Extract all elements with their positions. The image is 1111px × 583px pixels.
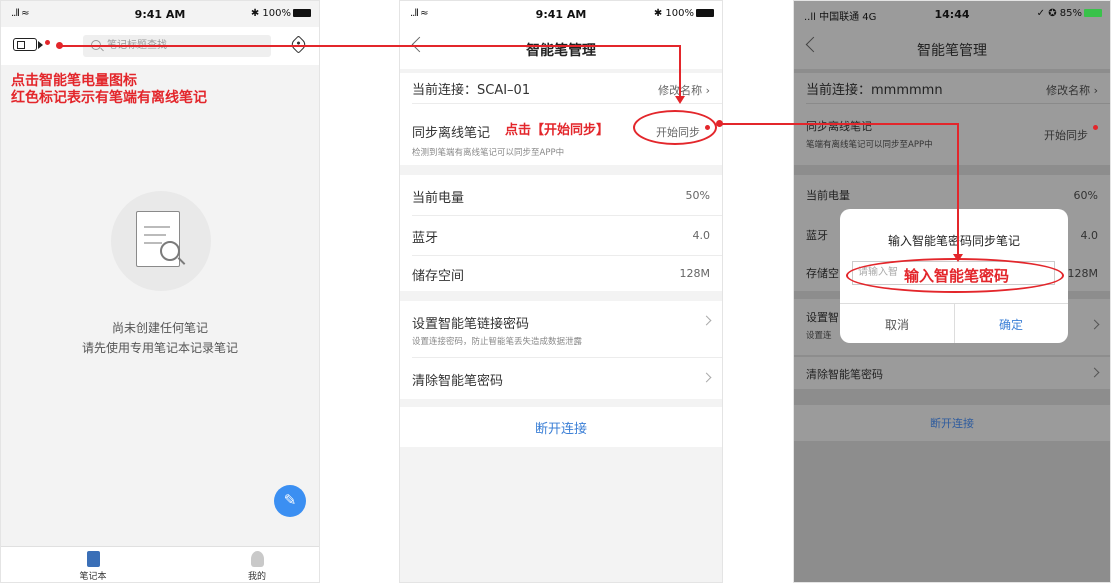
bluetooth-row: 蓝牙 4.0: [400, 215, 722, 255]
storage-value: 128M: [679, 267, 711, 280]
sync-hint: 笔端有离线笔记可以同步至APP中: [806, 140, 933, 150]
rename-link[interactable]: 修改名称 ›: [1046, 82, 1098, 98]
connector-line: [720, 123, 958, 125]
chevron-right-icon: [701, 315, 712, 326]
offline-notes-dot: [45, 40, 50, 45]
phone-notebook-screen: ..ll ≈ 9:41 AM ✱ 100% 笔记标题查找 点击智能笔电量图标 红…: [0, 0, 320, 583]
nav-bar: 智能笔管理: [794, 27, 1110, 69]
connection-row: 当前连接：SCAI–01 修改名称 ›: [400, 73, 722, 103]
battery-value: 60%: [1073, 189, 1098, 202]
battery-label: 当前电量: [412, 191, 465, 206]
sync-hint: 检测到笔端有离线笔记可以同步至APP中: [412, 148, 565, 158]
disconnect-button[interactable]: 断开连接: [794, 415, 1110, 431]
bluetooth-label: 蓝牙: [806, 229, 828, 242]
connection-row: 当前连接：mmmmmn 修改名称 ›: [794, 73, 1110, 103]
dialog-title: 输入智能笔密码同步笔记: [887, 234, 1020, 248]
highlight-oval-sync: [633, 110, 717, 145]
empty-hint: 请先使用专用笔记本记录笔记: [81, 341, 238, 355]
storage-row: 储存空间 128M: [400, 255, 722, 291]
chevron-right-icon: [701, 372, 712, 383]
annotation-battery-tip: 点击智能笔电量图标 红色标记表示有笔端有离线笔记: [11, 73, 207, 106]
page-title: 智能笔管理: [917, 43, 987, 59]
new-note-fab[interactable]: [274, 485, 306, 517]
empty-notes-illustration: [111, 191, 211, 291]
tab-notebook[interactable]: 笔记本: [53, 551, 133, 582]
status-bar: ..ll 中国联通 4G 14:44 ✓ ✪ 85%: [794, 1, 1110, 27]
storage-label: 储存空间: [412, 269, 465, 284]
annotation-start-sync: 点击【开始同步】: [505, 123, 610, 138]
chevron-right-icon: [1089, 319, 1100, 330]
battery-icon: [696, 9, 714, 17]
person-icon: [250, 551, 264, 567]
set-password-hint: 设置连: [806, 331, 832, 341]
connector-line: [679, 45, 681, 97]
annotation-password: 输入智能笔密码: [904, 267, 1010, 285]
empty-title: 尚未创建任何笔记: [111, 321, 208, 335]
nav-bar: 智能笔管理: [400, 27, 722, 69]
phone-password-dialog: ..ll 中国联通 4G 14:44 ✓ ✪ 85% 智能笔管理 当前连接：mm…: [793, 0, 1111, 583]
arrow-down-icon: [675, 96, 685, 104]
battery-value: 50%: [685, 189, 710, 202]
disconnect-button[interactable]: 断开连接: [400, 418, 722, 437]
confirm-button[interactable]: 确定: [954, 316, 1068, 333]
disconnect-row: 断开连接: [400, 407, 722, 447]
battery-label: 当前电量: [806, 189, 850, 202]
storage-label: 存储空: [806, 267, 839, 280]
tab-bar: 笔记本 我的: [1, 546, 319, 582]
set-password-label: 设置智: [806, 311, 839, 324]
magnifier-icon: [160, 241, 180, 261]
sync-row: 同步离线笔记 笔端有离线笔记可以同步至APP中 开始同步: [794, 103, 1110, 165]
sync-label: 同步离线笔记: [412, 126, 491, 141]
arrow-down-icon: [953, 254, 963, 262]
dialog-buttons: 取消 确定: [840, 303, 1068, 343]
clear-password-row[interactable]: 清除智能笔密码: [400, 357, 722, 399]
connector-line: [60, 45, 680, 47]
battery-icon: [293, 9, 311, 17]
tab-mine[interactable]: 我的: [217, 551, 297, 582]
battery-status: ✱ 100%: [654, 8, 714, 19]
battery-status: ✱ 100%: [251, 8, 311, 19]
bluetooth-value: 4.0: [1080, 229, 1099, 242]
storage-value: 128M: [1067, 267, 1099, 280]
pen-battery-tip: [38, 41, 43, 49]
status-bar: ..ll ≈ 9:41 AM ✱ 100%: [400, 1, 722, 27]
bluetooth-value: 4.0: [692, 229, 711, 242]
set-password-label: 设置智能笔链接密码: [412, 317, 530, 332]
connection-label: 当前连接：SCAI–01: [412, 83, 531, 98]
status-bar: ..ll ≈ 9:41 AM ✱ 100%: [1, 1, 319, 27]
set-password-row[interactable]: 设置智能笔链接密码 设置连接密码，防止智能笔丢失造成数据泄露: [400, 301, 722, 357]
battery-row: 当前电量 50%: [400, 175, 722, 215]
connector-line: [957, 123, 959, 255]
pen-battery-icon[interactable]: [13, 38, 37, 51]
clear-password-label: 清除智能笔密码: [412, 374, 504, 389]
connection-label: 当前连接：mmmmmn: [806, 83, 943, 98]
bluetooth-label: 蓝牙: [412, 231, 439, 246]
chevron-right-icon: [1089, 367, 1100, 378]
sync-red-dot: [1093, 125, 1098, 130]
clear-password-label: 清除智能笔密码: [806, 368, 883, 381]
start-sync-button[interactable]: 开始同步: [1044, 127, 1088, 143]
clear-password-row[interactable]: 清除智能笔密码: [794, 357, 1110, 389]
battery-icon: [1084, 9, 1102, 17]
cancel-button[interactable]: 取消: [840, 316, 954, 333]
sync-label: 同步离线笔记: [806, 120, 872, 133]
phone-pen-management: ..ll ≈ 9:41 AM ✱ 100% 智能笔管理 当前连接：SCAI–01…: [399, 0, 723, 583]
notebook-icon: [86, 551, 100, 567]
page-title: 智能笔管理: [526, 43, 596, 59]
set-password-hint: 设置连接密码，防止智能笔丢失造成数据泄露: [412, 337, 583, 347]
disconnect-row: 断开连接: [794, 405, 1110, 441]
battery-status: ✓ ✪ 85%: [1037, 8, 1102, 19]
